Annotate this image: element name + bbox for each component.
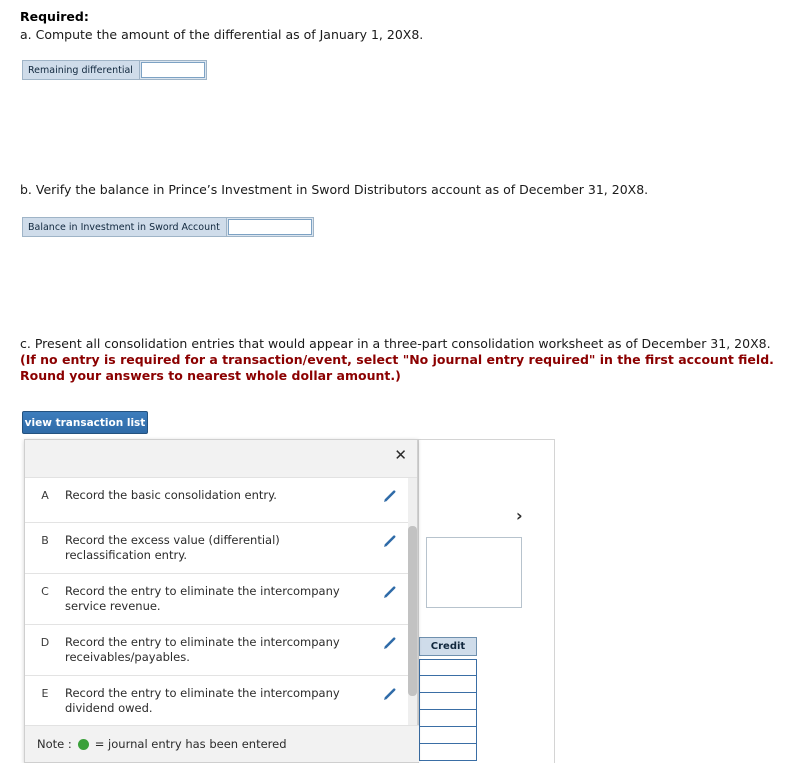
scrollbar-thumb[interactable]	[408, 526, 417, 696]
edit-pencil-icon[interactable]	[373, 488, 407, 503]
credit-cell[interactable]	[419, 710, 477, 727]
transaction-list-item[interactable]: B Record the excess value (differential) …	[25, 523, 417, 574]
credit-cell[interactable]	[419, 659, 477, 676]
edit-pencil-icon[interactable]	[373, 686, 407, 701]
balance-investment-input[interactable]	[227, 219, 312, 235]
credit-column-cells	[419, 659, 477, 761]
edit-pencil-icon[interactable]	[373, 533, 407, 548]
transaction-description: Record the entry to eliminate the interc…	[65, 635, 340, 664]
modal-scrollbar[interactable]	[408, 478, 417, 726]
transaction-list-modal: ✕ A Record the basic consolidation entry.…	[24, 439, 419, 763]
transaction-list-item[interactable]: E Record the entry to eliminate the inter…	[25, 676, 417, 726]
credit-cell[interactable]	[419, 744, 477, 761]
edit-pencil-icon[interactable]	[373, 635, 407, 650]
question-c-plain: c. Present all consolidation entries tha…	[20, 336, 771, 351]
transaction-list-item[interactable]: A Record the basic consolidation entry.	[25, 478, 417, 523]
transaction-description: Record the entry to eliminate the interc…	[65, 686, 340, 715]
transaction-index: B	[41, 534, 49, 547]
balance-investment-label: Balance in Investment in Sword Account	[23, 218, 227, 236]
transaction-list-item[interactable]: D Record the entry to eliminate the inter…	[25, 625, 417, 676]
view-transaction-list-button[interactable]: view transaction list	[22, 411, 148, 434]
credit-column-header: Credit	[419, 637, 477, 656]
next-entry-chevron-icon[interactable]: ›	[516, 506, 523, 525]
transaction-index: C	[41, 585, 49, 598]
worksheet-account-input[interactable]	[426, 537, 522, 608]
remaining-differential-label: Remaining differential	[23, 61, 140, 79]
transaction-description: Record the basic consolidation entry.	[65, 488, 277, 502]
remaining-differential-row: Remaining differential	[22, 60, 207, 80]
transaction-list-body: A Record the basic consolidation entry. B R…	[25, 478, 417, 726]
worksheet-page: Required: a. Compute the amount of the d…	[0, 0, 785, 763]
credit-cell[interactable]	[419, 727, 477, 744]
note-label: Note :	[37, 737, 72, 751]
remaining-differential-input[interactable]	[140, 62, 205, 78]
question-c-text: c. Present all consolidation entries tha…	[20, 336, 775, 384]
transaction-index: D	[40, 636, 50, 649]
credit-cell[interactable]	[419, 676, 477, 693]
transaction-description: Record the excess value (differential) r…	[65, 533, 280, 562]
page-title: Required:	[20, 9, 89, 24]
question-a-text: a. Compute the amount of the differentia…	[20, 27, 424, 42]
credit-cell[interactable]	[419, 693, 477, 710]
transaction-list-item[interactable]: C Record the entry to eliminate the inter…	[25, 574, 417, 625]
close-icon[interactable]: ✕	[394, 447, 407, 463]
entered-status-dot-icon	[77, 738, 89, 750]
question-b-text: b. Verify the balance in Prince’s Invest…	[20, 182, 649, 197]
transaction-index: A	[41, 489, 49, 502]
question-c-bold: (If no entry is required for a transacti…	[20, 352, 774, 383]
transaction-description: Record the entry to eliminate the interc…	[65, 584, 340, 613]
modal-header: ✕	[25, 440, 417, 478]
edit-pencil-icon[interactable]	[373, 584, 407, 599]
modal-footer-note: Note : = journal entry has been entered	[25, 725, 419, 762]
transaction-index: E	[41, 687, 49, 700]
balance-investment-row: Balance in Investment in Sword Account	[22, 217, 314, 237]
note-text: = journal entry has been entered	[94, 737, 287, 751]
